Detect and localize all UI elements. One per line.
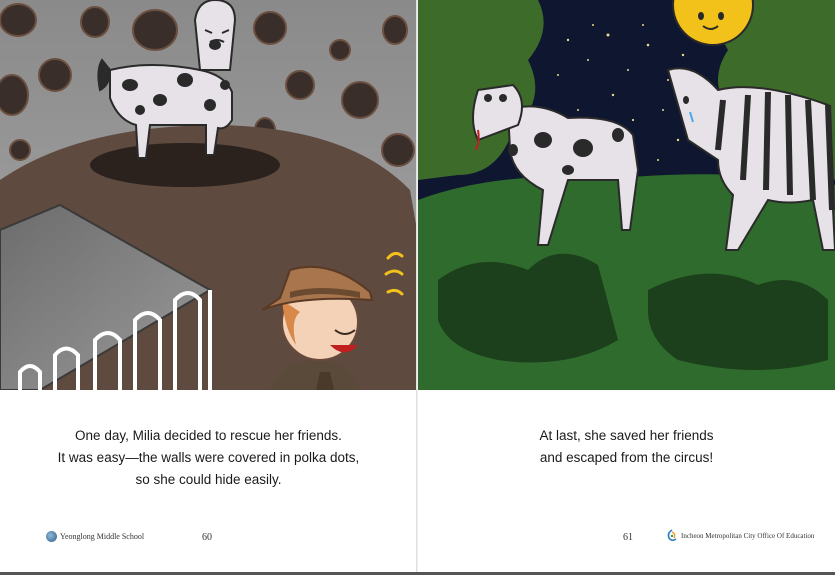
story-line: It was easy—the walls were covered in po… [57, 450, 360, 465]
left-illustration-hiding-in-polka-dots [0, 0, 417, 390]
right-page-story-text: At last, she saved her friends and escap… [418, 425, 835, 469]
page-number: 61 [623, 532, 633, 543]
left-page-footer: Yeonglong Middle School 60 [0, 528, 417, 546]
education-office-icon [667, 529, 677, 542]
right-illustration-escape-at-night [418, 0, 835, 390]
story-line: so she could hide easily. [135, 472, 282, 487]
school-name: Yeonglong Middle School [60, 532, 145, 541]
right-page: At last, she saved her friends and escap… [418, 0, 835, 575]
left-page: One day, Milia decided to rescue her fri… [0, 0, 417, 575]
left-page-story-text: One day, Milia decided to rescue her fri… [0, 425, 417, 491]
school-emblem-icon [46, 531, 57, 542]
story-line: One day, Milia decided to rescue her fri… [75, 428, 342, 443]
story-line: and escaped from the circus! [539, 450, 714, 465]
page-number: 60 [202, 532, 212, 543]
story-line: At last, she saved her friends [539, 428, 714, 443]
education-office-name: Incheon Metropolitan City Office Of Educ… [681, 532, 815, 540]
right-page-footer: 61 Incheon Metropolitan City Office Of E… [418, 528, 835, 546]
